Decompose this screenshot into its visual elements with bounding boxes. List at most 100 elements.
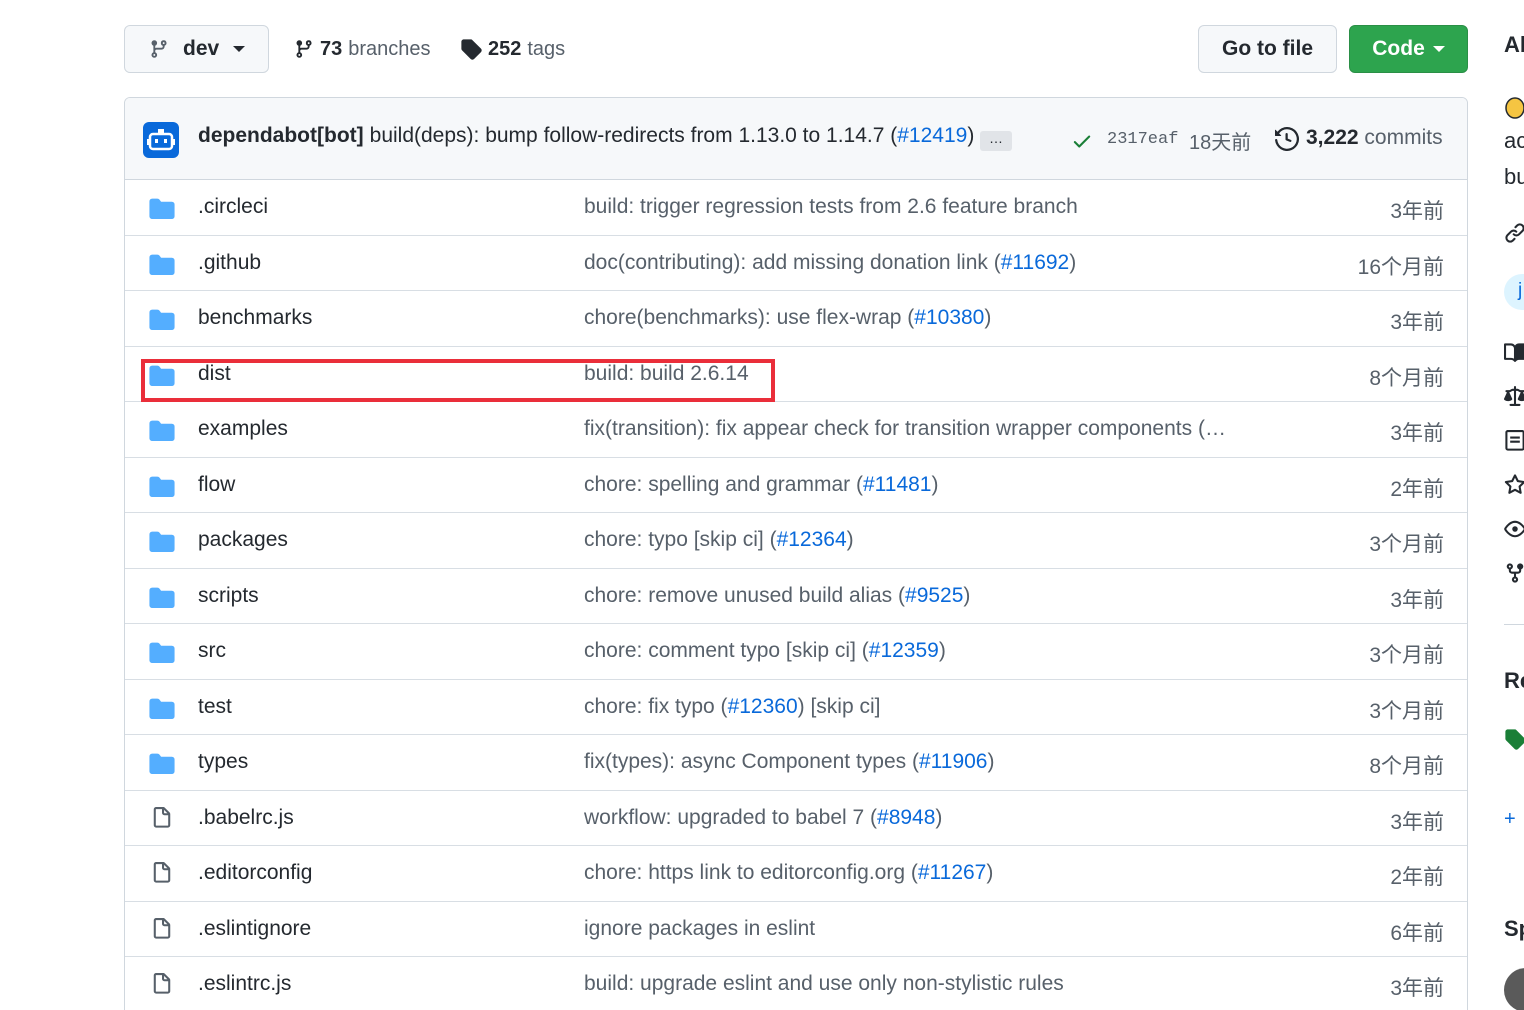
- star-icon[interactable]: [1504, 474, 1524, 496]
- more-releases-link[interactable]: +: [1504, 808, 1516, 831]
- commit-message-link[interactable]: chore: typo [skip ci] (#12364): [584, 528, 854, 552]
- table-row[interactable]: .editorconfig chore: https link to editor…: [125, 846, 1467, 902]
- commit-message-suffix: ): [984, 306, 992, 329]
- commit-time: 8个月前: [1369, 755, 1444, 778]
- table-row[interactable]: types fix(types): async Component types (…: [125, 735, 1467, 791]
- commit-message-link[interactable]: chore: fix typo (#12360) [skip ci]: [584, 695, 880, 719]
- table-row[interactable]: packages chore: typo [skip ci] (#12364) 3个…: [125, 513, 1467, 569]
- eye-icon[interactable]: [1504, 518, 1524, 540]
- code-button[interactable]: Code: [1349, 25, 1468, 73]
- expand-commit-button[interactable]: …: [980, 131, 1012, 151]
- folder-icon: [149, 586, 175, 613]
- tags-link[interactable]: 252 tags: [460, 25, 565, 73]
- pr-link[interactable]: #12360: [728, 695, 798, 718]
- tags-label: tags: [527, 37, 566, 60]
- chevron-down-icon: [1432, 46, 1445, 52]
- commit-message-link[interactable]: build: trigger regression tests from 2.6…: [584, 195, 1078, 219]
- check-icon[interactable]: [1071, 130, 1093, 152]
- folder-icon: [149, 419, 175, 446]
- commit-message-link[interactable]: chore: comment typo [skip ci] (#12359): [584, 639, 946, 663]
- commit-message-link[interactable]: ignore packages in eslint: [584, 917, 815, 941]
- commit-message-suffix: ): [938, 639, 946, 662]
- table-row[interactable]: examples fix(transition): fix appear chec…: [125, 402, 1467, 458]
- table-row[interactable]: .circleci build: trigger regression tests…: [125, 180, 1467, 236]
- commit-sha[interactable]: 2317eaf: [1107, 130, 1178, 149]
- pr-link[interactable]: #10380: [914, 306, 984, 329]
- commit-message-text: build: upgrade eslint and use only non-s…: [584, 972, 1064, 995]
- file-icon: [151, 861, 173, 890]
- commit-time: 3个月前: [1369, 699, 1444, 723]
- file-name-link[interactable]: types: [198, 750, 248, 774]
- branch-selector-button[interactable]: dev: [124, 25, 269, 73]
- file-name-link[interactable]: .circleci: [198, 195, 268, 219]
- avatar[interactable]: [1504, 968, 1524, 1010]
- table-row[interactable]: flow chore: spelling and grammar (#11481)…: [125, 458, 1467, 513]
- table-row[interactable]: scripts chore: remove unused build alias …: [125, 569, 1467, 624]
- table-row[interactable]: test chore: fix typo (#12360) [skip ci] 3个…: [125, 680, 1467, 735]
- commit-time: 3年前: [1390, 422, 1444, 445]
- link-icon[interactable]: [1504, 222, 1524, 244]
- file-name-link[interactable]: .github: [198, 251, 261, 275]
- commit-message-link[interactable]: doc(contributing): add missing donation …: [584, 251, 1076, 275]
- table-row[interactable]: benchmarks chore(benchmarks): use flex-wr…: [125, 291, 1467, 347]
- folder-icon: [149, 641, 175, 668]
- avatar[interactable]: [143, 122, 179, 158]
- table-row[interactable]: src chore: comment typo [skip ci] (#12359…: [125, 624, 1467, 680]
- commit-message-text: chore: spelling and grammar (: [584, 472, 863, 496]
- git-branch-icon: [296, 40, 312, 58]
- commit-message-suffix: ): [931, 472, 939, 496]
- file-name-link[interactable]: .eslintignore: [198, 917, 311, 941]
- file-name-link[interactable]: packages: [198, 528, 288, 552]
- folder-icon: [149, 530, 175, 557]
- table-row[interactable]: .babelrc.js workflow: upgraded to babel 7…: [125, 791, 1467, 846]
- branches-link[interactable]: 73 branches: [294, 25, 431, 73]
- commit-time: 2年前: [1390, 866, 1444, 889]
- commit-message-suffix: ): [986, 861, 994, 884]
- table-row[interactable]: .eslintignore ignore packages in eslint 6年…: [125, 902, 1467, 957]
- file-name-link[interactable]: benchmarks: [198, 306, 312, 330]
- commits-link[interactable]: 3,222 commits: [1306, 126, 1443, 150]
- commit-author[interactable]: dependabot[bot]: [198, 124, 364, 147]
- commit-message-link[interactable]: workflow: upgraded to babel 7 (#8948): [584, 806, 942, 830]
- commit-message-link[interactable]: fix(transition): fix appear check for tr…: [584, 417, 1234, 441]
- file-name-link[interactable]: test: [198, 695, 232, 719]
- pr-link[interactable]: #11906: [919, 750, 988, 773]
- pr-link[interactable]: #11267: [918, 861, 987, 884]
- releases-heading[interactable]: Re: [1504, 668, 1524, 694]
- law-icon: [1504, 386, 1524, 406]
- pr-link[interactable]: #8948: [877, 806, 935, 829]
- pr-link[interactable]: #9525: [905, 584, 963, 607]
- commit-message-text[interactable]: build(deps): bump follow-redirects from …: [370, 124, 898, 147]
- commit-message-text: build: trigger regression tests from 2.6…: [584, 195, 1078, 218]
- table-row[interactable]: dist build: build 2.6.14 8个月前: [125, 347, 1467, 402]
- commit-message-link[interactable]: fix(types): async Component types (#1190…: [584, 750, 995, 774]
- commit-message-text: workflow: upgraded to babel 7 (: [584, 805, 878, 829]
- robot-icon: [147, 129, 175, 151]
- file-name-link[interactable]: .eslintrc.js: [198, 972, 291, 996]
- pr-link[interactable]: #12359: [869, 639, 939, 662]
- commit-message-link[interactable]: chore: spelling and grammar (#11481): [584, 473, 939, 497]
- file-name-link[interactable]: .babelrc.js: [198, 806, 294, 830]
- topic-tag[interactable]: j: [1504, 274, 1524, 310]
- commit-message-link[interactable]: chore: https link to editorconfig.org (#…: [584, 861, 993, 885]
- commit-message-link[interactable]: build: upgrade eslint and use only non-s…: [584, 972, 1064, 996]
- file-name-link[interactable]: dist: [198, 362, 231, 386]
- file-name-link[interactable]: scripts: [198, 584, 259, 608]
- commit-message-link[interactable]: build: build 2.6.14: [584, 362, 749, 386]
- table-row[interactable]: .eslintrc.js build: upgrade eslint and us…: [125, 957, 1467, 1010]
- file-name-link[interactable]: .editorconfig: [198, 861, 312, 885]
- go-to-file-button[interactable]: Go to file: [1198, 25, 1337, 73]
- pr-link[interactable]: #11692: [1001, 251, 1070, 274]
- commit-message-suffix: ) [skip ci]: [797, 694, 881, 718]
- commit-message-link[interactable]: chore: remove unused build alias (#9525): [584, 584, 970, 608]
- fork-icon[interactable]: [1504, 562, 1524, 584]
- file-name-link[interactable]: src: [198, 639, 226, 663]
- git-branch-icon: [151, 40, 167, 58]
- pr-link[interactable]: #11481: [863, 473, 932, 496]
- commit-message-link[interactable]: chore(benchmarks): use flex-wrap (#10380…: [584, 306, 991, 330]
- file-name-link[interactable]: flow: [198, 473, 235, 497]
- commit-pr-link[interactable]: #12419: [897, 124, 967, 147]
- file-name-link[interactable]: examples: [198, 417, 288, 441]
- table-row[interactable]: .github doc(contributing): add missing do…: [125, 236, 1467, 291]
- pr-link[interactable]: #12364: [777, 528, 847, 551]
